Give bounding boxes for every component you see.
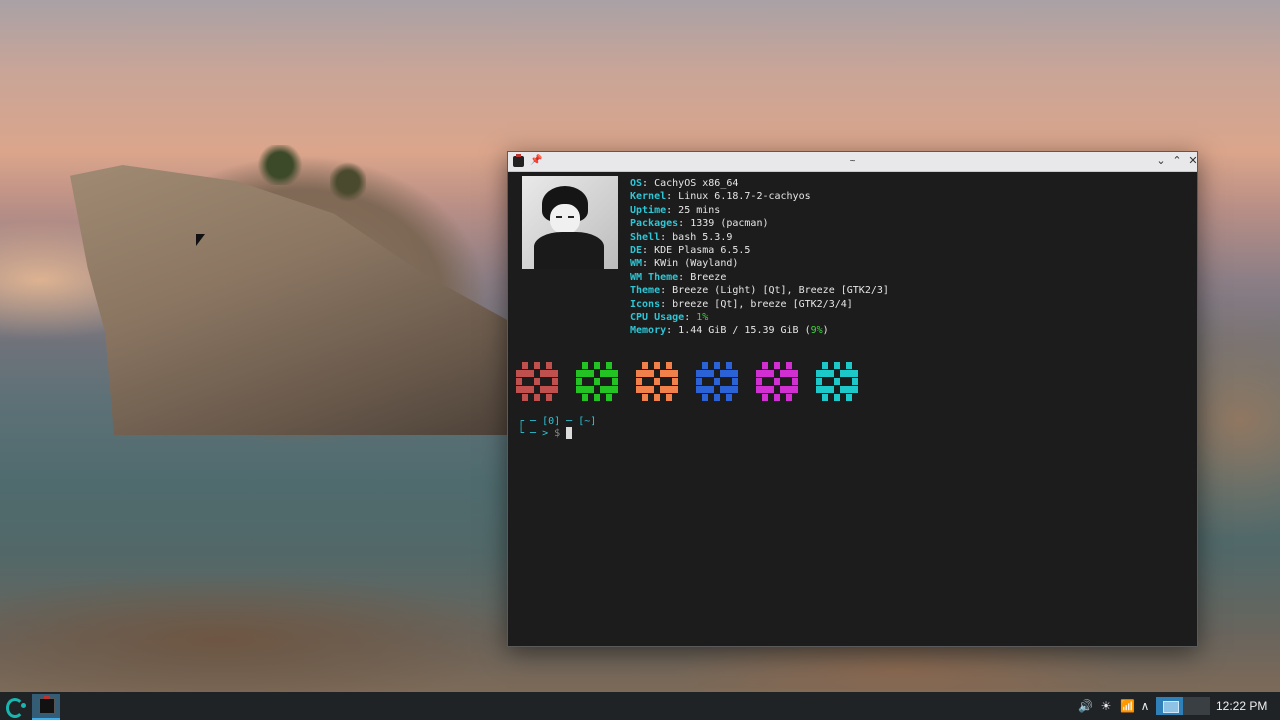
info-line-de: DE: KDE Plasma 6.5.5 — [630, 244, 751, 256]
info-line-memory: Memory: 1.44 GiB / 15.39 GiB (9%) — [630, 325, 829, 337]
info-key: Memory — [630, 325, 667, 337]
info-line-theme: Theme: Breeze (Light) [Qt], Breeze [GTK2… — [630, 285, 889, 297]
info-value-end: ) — [822, 325, 829, 337]
info-value: Breeze (Light) [Qt], Breeze [GTK2/3] — [672, 285, 889, 297]
prompt-dash: ─ — [560, 416, 579, 427]
system-info: OS: CachyOS x86_64 Kernel: Linux 6.18.7-… — [630, 177, 889, 338]
palette-block — [516, 362, 558, 404]
prompt-symbol: $ — [554, 428, 567, 439]
info-key: Theme — [630, 285, 661, 297]
taskbar-terminal-item[interactable] — [32, 694, 60, 720]
info-key: DE — [630, 244, 643, 256]
info-key: Icons — [630, 298, 661, 310]
volume-icon[interactable]: 🔊 — [1078, 698, 1093, 714]
info-value: 1% — [696, 311, 709, 323]
virtual-desktop-pager[interactable] — [1156, 697, 1210, 715]
info-line-wm: WM: KWin (Wayland) — [630, 258, 739, 270]
tree — [255, 145, 305, 185]
info-line-shell: Shell: bash 5.3.9 — [630, 231, 733, 243]
palette-block — [696, 362, 738, 404]
info-key: Uptime — [630, 204, 667, 216]
taskbar: 🔊 ☀ 📶 ∧ 12:22 PM — [0, 692, 1280, 720]
info-value: bash 5.3.9 — [672, 231, 733, 243]
prompt-frame: ┌ ─ — [518, 416, 543, 427]
info-key: WM — [630, 258, 643, 270]
palette-block — [756, 362, 798, 404]
info-key: Packages — [630, 218, 679, 230]
palette-block — [576, 362, 618, 404]
info-line-icons: Icons: breeze [Qt], breeze [GTK2/3/4] — [630, 298, 853, 310]
info-line-packages: Packages: 1339 (pacman) — [630, 218, 769, 230]
network-icon[interactable]: 📶 — [1120, 698, 1135, 714]
close-button[interactable]: ✕ — [1186, 154, 1200, 168]
info-value: 1.44 GiB / 15.39 GiB ( — [678, 325, 811, 337]
tray-expand-icon[interactable]: ∧ — [1138, 698, 1152, 714]
clock[interactable]: 12:22 PM — [1216, 692, 1276, 720]
info-value: KWin (Wayland) — [654, 258, 739, 270]
info-value: CachyOS x86_64 — [654, 178, 739, 189]
terminal-icon — [39, 696, 55, 714]
shell-prompt[interactable]: ┌ ─ [0] ─ [~] └ ─ > $ — [518, 416, 596, 439]
terminal-content[interactable]: OS: CachyOS x86_64 Kernel: Linux 6.18.7-… — [508, 172, 1197, 646]
terminal-window[interactable]: 📌 ~ ⌄ ⌃ ✕ OS: CachyOS x86_64 Kernel: Lin… — [507, 151, 1198, 647]
info-value: Breeze — [690, 271, 727, 283]
prompt-directory: [~] — [578, 416, 597, 427]
info-line-wm-theme: WM Theme: Breeze — [630, 271, 727, 283]
info-value: KDE Plasma 6.5.5 — [654, 244, 751, 256]
maximize-button[interactable]: ⌃ — [1170, 154, 1184, 168]
window-title: ~ — [849, 156, 856, 167]
text-cursor — [566, 427, 573, 439]
info-key: Shell — [630, 231, 661, 243]
minimize-button[interactable]: ⌄ — [1154, 154, 1168, 168]
info-line-uptime: Uptime: 25 mins — [630, 204, 721, 216]
info-key: CPU Usage — [630, 311, 685, 323]
info-line-kernel: Kernel: Linux 6.18.7-2-cachyos — [630, 191, 811, 203]
info-key: Kernel — [630, 191, 667, 203]
memory-percent: 9% — [810, 325, 823, 337]
info-value: breeze [Qt], breeze [GTK2/3/4] — [672, 298, 853, 310]
info-line-cpu-usage: CPU Usage: 1% — [630, 311, 709, 323]
brightness-icon[interactable]: ☀ — [1099, 698, 1113, 714]
info-value: 1339 (pacman) — [690, 218, 769, 230]
info-key: OS — [630, 178, 643, 189]
prompt-frame: └ ─ > — [518, 428, 555, 439]
window-titlebar[interactable]: 📌 ~ ⌄ ⌃ ✕ — [508, 152, 1200, 172]
info-value: 25 mins — [678, 204, 721, 216]
palette-block — [636, 362, 678, 404]
info-value: Linux 6.18.7-2-cachyos — [678, 191, 811, 203]
palette-block — [816, 362, 858, 404]
application-launcher-button[interactable] — [4, 695, 28, 718]
info-line-os: OS: CachyOS x86_64 — [630, 178, 739, 189]
rock-formation — [70, 165, 510, 435]
prompt-exit-code: [0] — [542, 416, 561, 427]
tree — [330, 160, 366, 204]
fastfetch-logo-image — [522, 176, 618, 269]
info-key: WM Theme — [630, 271, 679, 283]
